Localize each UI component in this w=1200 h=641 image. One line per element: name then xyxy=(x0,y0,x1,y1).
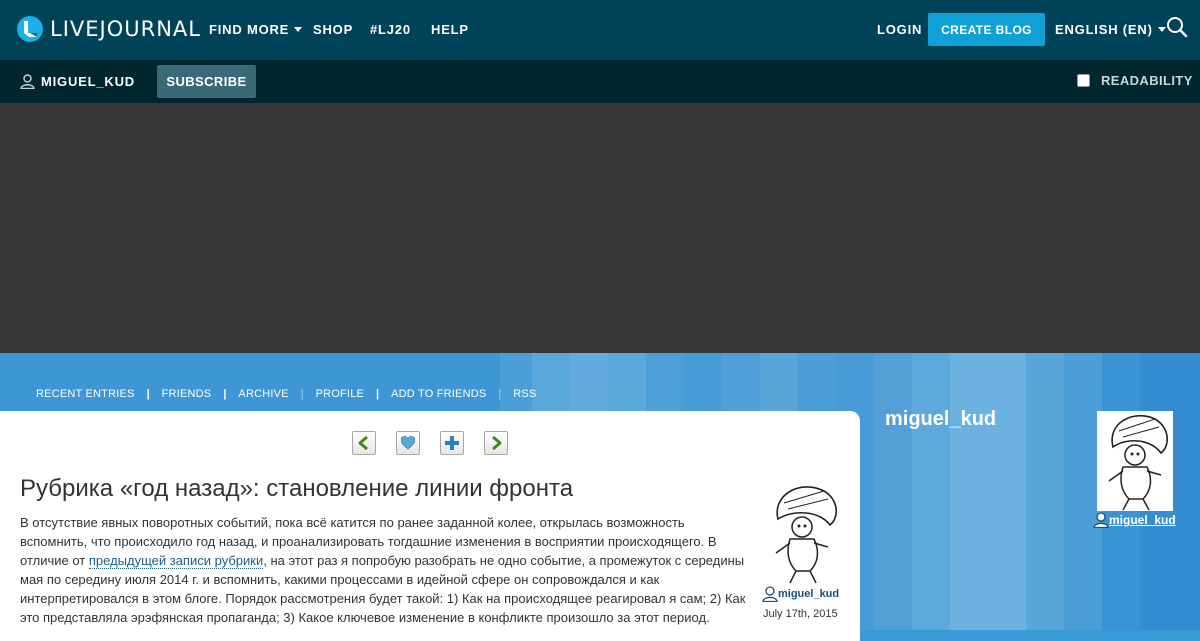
journal-bar: MIGUEL_KUD SUBSCRIBE READABILITY xyxy=(0,60,1200,103)
tab-separator: | xyxy=(223,388,227,400)
tab-separator: | xyxy=(498,388,502,400)
readability-checkbox[interactable] xyxy=(1077,74,1090,87)
add-entry-button[interactable] xyxy=(440,431,464,455)
add-to-memories-button[interactable] xyxy=(396,431,420,455)
sidebar-user-link[interactable]: miguel_kud xyxy=(1093,512,1176,528)
previous-entry-button[interactable] xyxy=(352,431,376,455)
nav-help[interactable]: HELP xyxy=(431,22,469,37)
nav-find-more-label: FIND MORE xyxy=(209,22,290,37)
nav-lj20[interactable]: #LJ20 xyxy=(370,22,411,37)
heart-icon xyxy=(401,436,415,450)
user-icon xyxy=(762,586,778,602)
nav-shop[interactable]: SHOP xyxy=(313,22,353,37)
livejournal-logo-icon xyxy=(17,16,43,42)
sidebar-journal-name[interactable]: miguel_kud xyxy=(885,408,996,431)
previous-arrow-icon xyxy=(358,436,368,450)
entry-title[interactable]: Рубрика «год назад»: становление линии ф… xyxy=(20,475,573,503)
next-entry-button[interactable] xyxy=(484,431,508,455)
tab-add-to-friends[interactable]: ADD TO FRIENDS xyxy=(391,388,486,400)
tab-friends[interactable]: FRIENDS xyxy=(162,388,212,400)
nav-find-more[interactable]: FIND MORE xyxy=(209,22,303,37)
entry-date: July 17th, 2015 xyxy=(763,608,838,620)
chevron-down-icon xyxy=(294,27,303,32)
language-label: ENGLISH (EN) xyxy=(1055,22,1153,37)
journal-username: MIGUEL_KUD xyxy=(41,74,135,89)
entry-author[interactable]: miguel_kud xyxy=(762,586,839,602)
plus-icon xyxy=(445,436,459,450)
search-icon[interactable] xyxy=(1166,16,1188,38)
top-navigation-bar: LIVEJOURNAL FIND MORE SHOP #LJ20 HELP LO… xyxy=(0,0,1200,60)
user-icon xyxy=(1093,512,1109,528)
entry-author-name: miguel_kud xyxy=(778,588,840,600)
sidebar-username: miguel_kud xyxy=(1109,513,1176,527)
livejournal-logo[interactable]: LIVEJOURNAL xyxy=(16,15,201,43)
tab-archive[interactable]: ARCHIVE xyxy=(238,388,288,400)
tab-separator: | xyxy=(146,388,150,400)
logo-text: LIVEJOURNAL xyxy=(50,17,201,41)
entry-body: В отсутствие явных поворотных событий, п… xyxy=(20,513,750,627)
tab-recent-entries[interactable]: RECENT ENTRIES xyxy=(36,388,135,400)
login-link[interactable]: LOGIN xyxy=(877,22,922,37)
chevron-down-icon xyxy=(1157,27,1166,32)
tab-separator: | xyxy=(300,388,304,400)
tab-rss[interactable]: RSS xyxy=(513,388,536,400)
sidebar-userpic[interactable] xyxy=(1097,411,1173,511)
readability-toggle[interactable]: READABILITY xyxy=(1077,73,1193,88)
language-selector[interactable]: ENGLISH (EN) xyxy=(1055,22,1166,37)
create-blog-button[interactable]: CREATE BLOG xyxy=(928,13,1045,46)
journal-tabs: RECENT ENTRIES | FRIENDS | ARCHIVE | PRO… xyxy=(36,388,537,400)
journal-user-link[interactable]: MIGUEL_KUD xyxy=(20,74,135,89)
tab-profile[interactable]: PROFILE xyxy=(316,388,364,400)
user-icon xyxy=(20,74,35,89)
next-arrow-icon xyxy=(492,436,502,450)
author-userpic[interactable] xyxy=(764,481,840,585)
readability-label: READABILITY xyxy=(1101,73,1193,88)
ad-banner-area xyxy=(0,103,1200,353)
entry-card: Рубрика «год назад»: становление линии ф… xyxy=(0,411,860,641)
tab-separator: | xyxy=(376,388,380,400)
previous-post-link[interactable]: предыдущей записи рубрики xyxy=(88,553,264,569)
subscribe-button[interactable]: SUBSCRIBE xyxy=(157,65,256,98)
